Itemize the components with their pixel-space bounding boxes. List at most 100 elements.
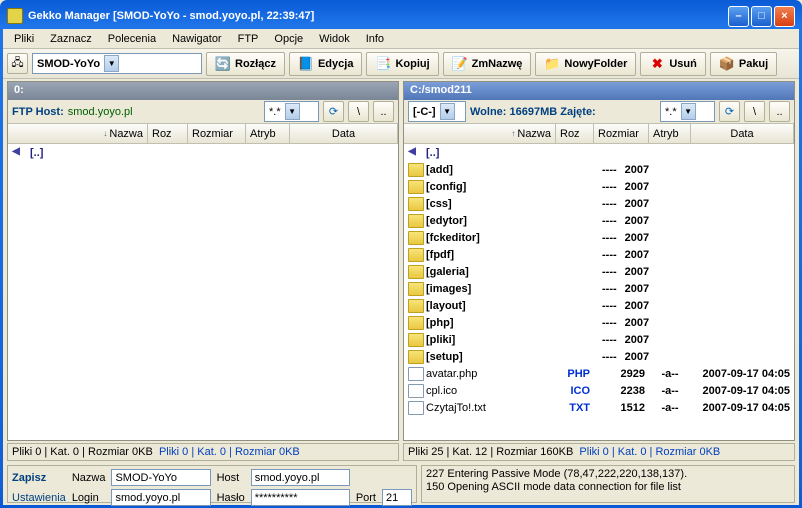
edit-button[interactable]: 📘Edycja <box>289 52 362 76</box>
connection-combo[interactable]: SMOD-YoYo ▼ <box>32 53 202 74</box>
col-attr[interactable]: Atryb <box>246 124 290 143</box>
file-name: CzytajTo!.txt <box>426 401 486 413</box>
file-size: ----2007-09-17 04:05 <box>594 317 649 329</box>
file-date: 2007-09-17 04:05 <box>621 283 649 295</box>
host-input[interactable] <box>251 469 350 486</box>
left-file-list[interactable]: ◀[..] <box>8 144 398 440</box>
maximize-button[interactable]: □ <box>751 6 772 27</box>
right-root-button[interactable]: \ <box>744 101 765 122</box>
chevron-down-icon[interactable]: ▼ <box>681 103 696 120</box>
left-up-button[interactable]: .. <box>373 101 394 122</box>
col-ext[interactable]: Roz <box>148 124 188 143</box>
right-panel: C:/smod211 [-C-]▼ Wolne: 16697MB Zajęte:… <box>403 81 795 441</box>
col-name[interactable]: ↓Nazwa <box>8 124 148 143</box>
connections-button[interactable]: 🖧 <box>7 53 28 74</box>
disconnect-button[interactable]: 🔄Rozłącz <box>206 52 285 76</box>
col-attr[interactable]: Atryb <box>649 124 691 143</box>
port-input[interactable] <box>382 489 412 506</box>
name-input[interactable] <box>111 469 210 486</box>
file-row[interactable]: [pliki]----2007-09-17 04:05 <box>404 331 794 348</box>
updir-row[interactable]: ◀[..] <box>404 144 794 161</box>
chevron-down-icon[interactable]: ▼ <box>285 103 300 120</box>
file-size: ----2007-09-17 04:05 <box>594 283 649 295</box>
file-row[interactable]: [config]----2007-09-17 04:05 <box>404 178 794 195</box>
host-label: Host <box>217 472 245 484</box>
right-filter-combo[interactable]: *.*▼ <box>660 101 715 122</box>
file-attr: ---- <box>598 334 621 346</box>
file-size: ----2007-09-17 04:05 <box>594 215 649 227</box>
menu-zaznacz[interactable]: Zaznacz <box>43 31 99 47</box>
col-date[interactable]: Data <box>691 124 794 143</box>
file-row[interactable]: [php] ----2007-09-17 04:05 <box>404 314 794 331</box>
file-row[interactable]: [css]----2007-09-17 04:05 <box>404 195 794 212</box>
rename-button[interactable]: 📝ZmNazwę <box>443 52 532 76</box>
pack-button[interactable]: 📦Pakuj <box>710 52 777 76</box>
titlebar[interactable]: Gekko Manager [SMOD-YoYo - smod.yoyo.pl,… <box>3 3 799 29</box>
up-icon: ◀ <box>404 146 420 160</box>
file-name: [php] <box>426 316 453 328</box>
left-columns: ↓Nazwa Roz Rozmiar Atryb Data <box>8 124 398 144</box>
file-row[interactable]: [layout]----2007-09-17 04:05 <box>404 297 794 314</box>
folder-icon <box>408 350 424 364</box>
menu-widok[interactable]: Widok <box>312 31 357 47</box>
file-row[interactable]: cpl.icoICO2238-a--2007-09-17 04:05 <box>404 382 794 399</box>
file-row[interactable]: [edytor] ----2007-09-17 04:05 <box>404 212 794 229</box>
chevron-down-icon[interactable]: ▼ <box>104 55 119 72</box>
minimize-button[interactable]: – <box>728 6 749 27</box>
pass-input[interactable] <box>251 489 350 506</box>
refresh-icon: ⟳ <box>329 105 338 118</box>
login-input[interactable] <box>111 489 210 506</box>
edit-label: Edycja <box>318 58 353 70</box>
file-row[interactable]: CzytajTo!.txtTXT1512-a--2007-09-17 04:05 <box>404 399 794 416</box>
file-name: [edytor] <box>426 214 467 226</box>
left-filter-combo[interactable]: *.*▼ <box>264 101 319 122</box>
file-row[interactable]: avatar.phpPHP2929-a--2007-09-17 04:05 <box>404 365 794 382</box>
menu-ftp[interactable]: FTP <box>231 31 266 47</box>
file-date: 2007-09-17 04:05 <box>621 249 649 261</box>
close-button[interactable]: × <box>774 6 795 27</box>
col-date[interactable]: Data <box>290 124 398 143</box>
menu-pliki[interactable]: Pliki <box>7 31 41 47</box>
col-name[interactable]: ↑Nazwa <box>404 124 556 143</box>
save-link[interactable]: Zapisz <box>12 472 66 484</box>
folder-icon <box>408 180 424 194</box>
col-size[interactable]: Rozmiar <box>594 124 649 143</box>
right-refresh-button[interactable]: ⟳ <box>719 101 740 122</box>
file-date: 2007-09-17 04:05 <box>621 317 649 329</box>
left-root-button[interactable]: \ <box>348 101 369 122</box>
chevron-down-icon[interactable]: ▼ <box>440 103 455 120</box>
sort-icon: ↑ <box>511 129 515 138</box>
file-ext: PHP <box>556 368 594 380</box>
toolbar: 🖧 SMOD-YoYo ▼ 🔄Rozłącz 📘Edycja 📑Kopiuj 📝… <box>3 49 799 79</box>
menu-nawigator[interactable]: Nawigator <box>165 31 229 47</box>
col-size[interactable]: Rozmiar <box>188 124 246 143</box>
file-row[interactable]: [fckeditor]----2007-09-17 04:05 <box>404 229 794 246</box>
menu-info[interactable]: Info <box>359 31 391 47</box>
file-row[interactable]: [setup]----2007-09-17 04:05 <box>404 348 794 365</box>
newfolder-button[interactable]: 📁NowyFolder <box>535 52 636 76</box>
menu-polecenia[interactable]: Polecenia <box>101 31 163 47</box>
right-up-button[interactable]: .. <box>769 101 790 122</box>
connection-value: SMOD-YoYo <box>37 58 100 70</box>
menu-opcje[interactable]: Opcje <box>267 31 310 47</box>
drive-combo[interactable]: [-C-]▼ <box>408 101 466 122</box>
folder-icon <box>408 231 424 245</box>
name-label: Nazwa <box>72 472 106 484</box>
right-file-list[interactable]: ◀[..] [add]----2007-09-17 04:05[config]-… <box>404 144 794 440</box>
file-row[interactable]: [galeria]----2007-09-17 04:05 <box>404 263 794 280</box>
file-attr: -a-- <box>649 402 691 414</box>
copy-button[interactable]: 📑Kopiuj <box>366 52 438 76</box>
file-date: 2007-09-17 04:05 <box>691 368 794 380</box>
file-row[interactable]: [fpdf]----2007-09-17 04:05 <box>404 246 794 263</box>
col-ext[interactable]: Roz <box>556 124 594 143</box>
file-row[interactable]: [images]----2007-09-17 04:05 <box>404 280 794 297</box>
file-name: [fpdf] <box>426 248 454 260</box>
file-attr: ---- <box>598 266 621 278</box>
file-row[interactable]: [add]----2007-09-17 04:05 <box>404 161 794 178</box>
updir-row[interactable]: ◀[..] <box>8 144 398 161</box>
delete-button[interactable]: ✖Usuń <box>640 52 706 76</box>
connection-settings: Zapisz Nazwa Host Ustawienia Login Hasło… <box>7 465 417 503</box>
file-attr: -a-- <box>649 385 691 397</box>
settings-link[interactable]: Ustawienia <box>12 492 66 504</box>
left-refresh-button[interactable]: ⟳ <box>323 101 344 122</box>
